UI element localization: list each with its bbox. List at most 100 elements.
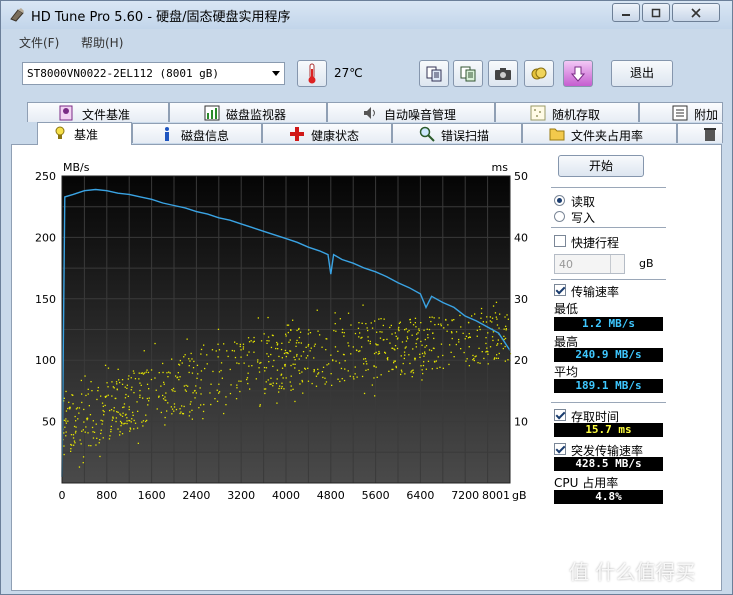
access-time-point bbox=[343, 335, 345, 337]
access-time-point bbox=[162, 394, 164, 397]
access-time-point bbox=[358, 336, 360, 338]
access-time-point bbox=[70, 450, 72, 452]
access-time-point bbox=[126, 384, 128, 386]
access-time-point bbox=[337, 378, 339, 380]
access-time-point bbox=[422, 372, 424, 375]
access-time-point bbox=[425, 368, 427, 370]
access-time-point bbox=[184, 389, 186, 391]
access-time-point bbox=[328, 363, 330, 365]
access-time-point bbox=[65, 390, 67, 393]
access-time-point bbox=[248, 365, 250, 367]
access-time-point bbox=[289, 381, 291, 383]
access-time-point bbox=[437, 323, 440, 325]
access-time-point bbox=[158, 372, 160, 374]
access-time-point bbox=[115, 381, 118, 383]
access-time-point bbox=[417, 332, 419, 334]
access-time-point bbox=[113, 410, 115, 412]
transfer-rate-checkbox[interactable] bbox=[554, 284, 566, 296]
access-time-point bbox=[122, 412, 124, 414]
access-time-point bbox=[183, 356, 185, 358]
access-time-point bbox=[398, 326, 400, 329]
access-time-point bbox=[278, 391, 280, 393]
access-time-point bbox=[81, 401, 83, 404]
access-time-point bbox=[397, 337, 399, 339]
access-time-point bbox=[412, 372, 415, 374]
access-time-point bbox=[125, 393, 127, 396]
access-time-point bbox=[127, 378, 129, 380]
access-time-point bbox=[272, 365, 274, 367]
access-time-point bbox=[400, 369, 403, 371]
access-time-point bbox=[299, 372, 301, 374]
access-time-point bbox=[276, 378, 278, 380]
access-time-point bbox=[383, 318, 385, 320]
tab-benchmark[interactable]: 基准 bbox=[37, 122, 132, 145]
access-time-point bbox=[100, 429, 102, 431]
access-time-point bbox=[195, 385, 197, 387]
access-time-point bbox=[276, 341, 278, 344]
access-time-point bbox=[313, 371, 315, 373]
tab-label: 基准 bbox=[74, 128, 99, 142]
access-time-point bbox=[223, 343, 225, 345]
y-axis-left-unit: MB/s bbox=[63, 161, 90, 174]
access-time-point bbox=[451, 319, 453, 321]
write-radio[interactable] bbox=[554, 211, 565, 222]
access-time-point bbox=[395, 366, 397, 369]
access-time-point bbox=[314, 343, 316, 345]
access-time-point bbox=[505, 328, 507, 330]
access-time-point bbox=[131, 386, 133, 388]
access-time-checkbox[interactable] bbox=[554, 409, 566, 421]
access-time-point bbox=[356, 349, 358, 352]
short-stroke-value: 40 bbox=[559, 258, 573, 271]
access-time-point bbox=[92, 437, 95, 439]
access-time-point bbox=[216, 389, 218, 391]
access-time-point bbox=[200, 353, 202, 355]
start-button[interactable]: 开始 bbox=[558, 155, 644, 177]
access-time-point bbox=[407, 331, 409, 333]
access-time-point bbox=[138, 372, 140, 374]
access-time-point bbox=[90, 445, 92, 447]
access-time-point bbox=[361, 346, 363, 348]
access-time-point bbox=[382, 339, 384, 341]
short-stroke-checkbox[interactable] bbox=[554, 235, 566, 247]
access-time-point bbox=[400, 355, 402, 357]
access-time-point bbox=[199, 387, 201, 389]
access-time-point bbox=[73, 444, 75, 446]
access-time-point bbox=[367, 329, 369, 332]
access-time-point bbox=[277, 348, 279, 350]
access-time-point bbox=[352, 346, 354, 348]
access-time-point bbox=[191, 372, 194, 374]
short-stroke-stepper[interactable]: 40 bbox=[554, 254, 625, 274]
access-time-point bbox=[145, 371, 147, 373]
access-time-point bbox=[99, 439, 101, 441]
access-time-point bbox=[409, 318, 411, 321]
stepper-up-icon[interactable] bbox=[610, 255, 624, 264]
access-time-point bbox=[263, 333, 265, 335]
access-time-point bbox=[236, 387, 238, 389]
access-time-point bbox=[402, 362, 404, 365]
access-time-point bbox=[174, 390, 176, 392]
access-time-point bbox=[474, 313, 476, 315]
access-time-point bbox=[341, 328, 344, 331]
access-time-point bbox=[266, 353, 268, 355]
access-time-point bbox=[121, 433, 124, 435]
access-time-point bbox=[115, 417, 117, 419]
access-time-point bbox=[443, 327, 445, 329]
access-time-point bbox=[160, 411, 162, 414]
stepper-down-icon[interactable] bbox=[610, 264, 624, 273]
access-time-point bbox=[436, 367, 438, 369]
access-time-point bbox=[298, 342, 300, 344]
access-time-point bbox=[431, 316, 433, 318]
burst-rate-checkbox[interactable] bbox=[554, 443, 566, 455]
access-time-point bbox=[503, 335, 505, 337]
access-time-point bbox=[103, 414, 105, 416]
x-tick: 0 bbox=[59, 489, 66, 502]
access-time-point bbox=[191, 418, 193, 420]
access-time-point bbox=[476, 335, 478, 337]
access-time-point bbox=[480, 317, 482, 319]
access-time-point bbox=[231, 349, 233, 352]
access-time-point bbox=[119, 381, 121, 384]
access-time-point bbox=[193, 360, 195, 363]
read-radio[interactable] bbox=[554, 195, 565, 206]
access-time-point bbox=[278, 387, 280, 390]
access-time-point bbox=[404, 329, 406, 331]
